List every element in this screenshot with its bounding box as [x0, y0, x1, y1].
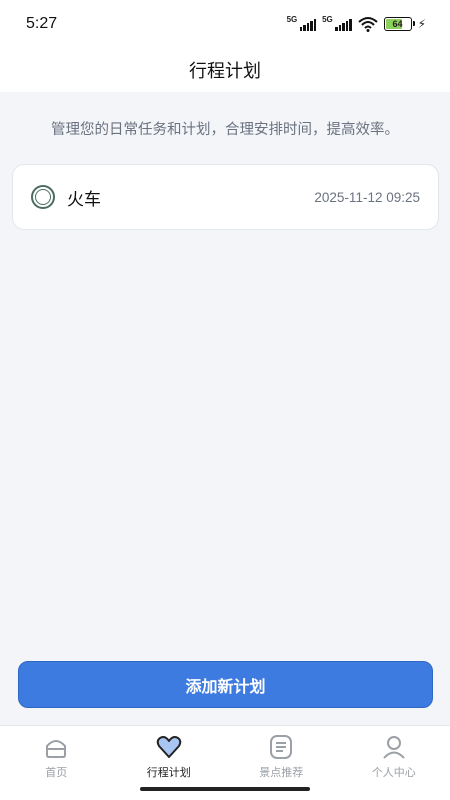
plan-item[interactable]: 火车 2025-11-12 09:25 — [12, 164, 439, 230]
status-bar: 5:27 5G 5G 64 ⚡ — [0, 0, 450, 48]
status-icons: 5G 5G 64 ⚡ — [287, 15, 426, 32]
page-subtitle: 管理您的日常任务和计划，合理安排时间，提高效率。 — [51, 122, 399, 138]
tab-label: 景点推荐 — [259, 766, 304, 779]
heart-icon — [156, 736, 182, 758]
signal-icon: 5G — [322, 15, 352, 31]
battery-icon: 64 — [383, 17, 415, 31]
plan-checkbox[interactable] — [31, 185, 55, 209]
tab-label: 行程计划 — [146, 766, 191, 779]
status-time: 5:27 — [26, 15, 58, 32]
home-icon — [46, 740, 67, 758]
tab-profile[interactable]: 个人中心 — [338, 726, 450, 800]
user-icon — [383, 736, 405, 759]
page-title: 行程计划 — [189, 61, 261, 82]
plan-title: 火车 — [67, 189, 101, 210]
home-indicator — [140, 787, 310, 791]
tab-home[interactable]: 首页 — [0, 726, 113, 800]
signal-icon: 5G — [287, 15, 317, 31]
tab-label: 首页 — [45, 766, 68, 779]
plan-time: 2025-11-12 09:25 — [314, 189, 420, 205]
wifi-icon — [357, 17, 378, 32]
add-plan-button[interactable]: 添加新计划 — [18, 661, 433, 708]
list-icon — [270, 735, 293, 759]
charging-icon: ⚡ — [417, 17, 426, 31]
nav-bar: 行程计划 — [0, 48, 450, 92]
tab-label: 个人中心 — [371, 766, 416, 779]
